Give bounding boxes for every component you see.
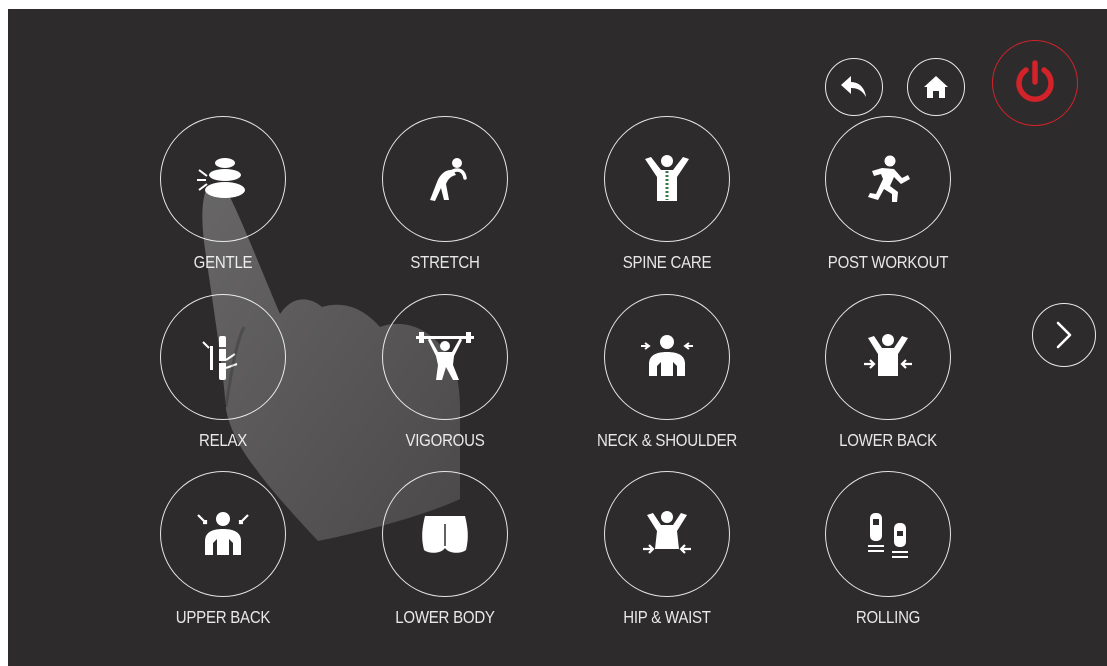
program-vigorous[interactable]: VIGOROUS	[345, 294, 545, 454]
program-label: GENTLE	[193, 252, 253, 272]
power-icon	[1016, 60, 1054, 102]
program-label: UPPER BACK	[175, 607, 271, 627]
program-label: ROLLING	[855, 607, 921, 627]
program-circle	[160, 471, 286, 597]
rolling-rollers-icon	[868, 513, 908, 558]
next-page-button[interactable]	[1032, 303, 1096, 367]
program-spine-care[interactable]: SPINE CARE	[567, 116, 767, 276]
chevron-right-icon	[1056, 321, 1072, 349]
lower-back-icon	[864, 334, 912, 376]
program-label: VIGOROUS	[405, 430, 485, 450]
hip-waist-icon	[643, 511, 691, 554]
back-arrow-icon	[841, 76, 866, 97]
program-circle	[382, 116, 508, 242]
program-label: NECK & SHOULDER	[597, 430, 737, 450]
program-circle	[604, 471, 730, 597]
program-circle	[382, 471, 508, 597]
program-rolling[interactable]: ROLLING	[788, 471, 988, 631]
stacked-stones-icon	[197, 158, 245, 198]
program-lower-body[interactable]: LOWER BODY	[345, 471, 545, 631]
back-button[interactable]	[825, 58, 883, 116]
program-circle	[825, 116, 951, 242]
program-relax[interactable]: RELAX	[123, 294, 323, 454]
program-upper-back[interactable]: UPPER BACK	[123, 471, 323, 631]
program-label: HIP & WAIST	[623, 607, 711, 627]
spine-figure-icon	[645, 155, 689, 201]
power-button[interactable]	[992, 40, 1078, 126]
upper-back-icon	[197, 512, 249, 555]
program-label: LOWER BODY	[395, 607, 495, 627]
program-circle	[382, 294, 508, 420]
bamboo-icon	[202, 336, 238, 380]
program-label: POST WORKOUT	[827, 252, 949, 272]
home-button[interactable]	[907, 58, 965, 116]
program-stretch[interactable]: STRETCH	[345, 116, 545, 276]
program-label: RELAX	[198, 430, 248, 450]
program-lower-back[interactable]: LOWER BACK	[788, 294, 988, 454]
program-circle	[825, 471, 951, 597]
program-gentle[interactable]: GENTLE	[123, 116, 323, 276]
program-label: SPINE CARE	[622, 252, 712, 272]
program-label: LOWER BACK	[839, 430, 937, 450]
stretching-figure-icon	[430, 158, 467, 201]
neck-shoulder-icon	[641, 335, 693, 376]
massage-screen: GENTLE STRETCH SPINE CARE POST WORKOUT R…	[8, 9, 1107, 666]
program-hip-waist[interactable]: HIP & WAIST	[567, 471, 767, 631]
program-label: STRETCH	[410, 252, 480, 272]
program-post-workout[interactable]: POST WORKOUT	[788, 116, 988, 276]
program-circle	[604, 116, 730, 242]
program-circle	[604, 294, 730, 420]
program-neck-shoulder[interactable]: NECK & SHOULDER	[567, 294, 767, 454]
program-circle	[160, 294, 286, 420]
home-icon	[924, 76, 948, 98]
running-figure-icon	[868, 155, 910, 202]
program-circle	[160, 116, 286, 242]
program-circle	[825, 294, 951, 420]
weightlifter-icon	[416, 332, 474, 380]
lower-body-icon	[422, 516, 468, 553]
